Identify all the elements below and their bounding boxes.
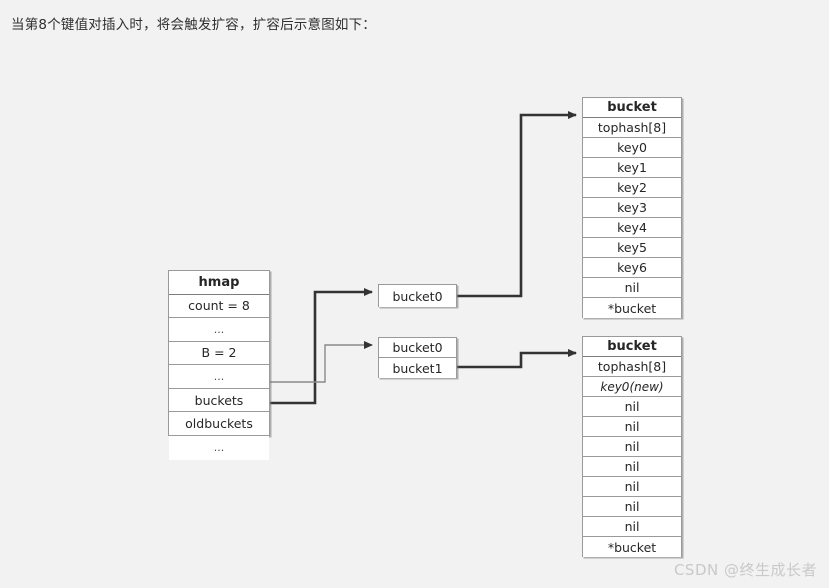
bucket-new-row-nil-4: nil [583, 457, 681, 477]
bucket-old-row-tophash: tophash[8] [583, 118, 681, 138]
bucket-old-row-key5: key5 [583, 238, 681, 258]
bucket-new-row-nil-3: nil [583, 437, 681, 457]
bucket-old-row-key1: key1 [583, 158, 681, 178]
oldbuckets-array: bucket0 [378, 284, 457, 307]
bucket-old-row-key0: key0 [583, 138, 681, 158]
bucket-new-row-nil-7: nil [583, 517, 681, 537]
oldbuckets-array-item-0: bucket0 [379, 285, 456, 307]
hmap-row-b: B = 2 [169, 341, 269, 366]
hmap-row-count: count = 8 [169, 294, 269, 319]
hmap-row-oldbuckets: oldbuckets [169, 412, 269, 436]
bucket-new-row-nil-1: nil [583, 397, 681, 417]
hmap-row-buckets: buckets [169, 388, 269, 413]
bucket-new-row-nil-6: nil [583, 497, 681, 517]
buckets-array: bucket0 bucket1 [378, 337, 457, 378]
bucket-new-row-tophash: tophash[8] [583, 357, 681, 377]
bucket-new-row-key0-new: key0(new) [583, 377, 681, 397]
bucket-old-struct: bucket tophash[8] key0 key1 key2 key3 ke… [582, 97, 682, 318]
buckets-array-item-0: bucket0 [379, 338, 456, 358]
wire-buckets-to-array [270, 341, 373, 383]
hmap-struct: hmap count = 8 ... B = 2 ... buckets old… [168, 270, 270, 460]
wire-array-to-bucket-old [457, 111, 577, 298]
wire-array-to-bucket-new [457, 349, 577, 369]
diagram-canvas: 当第8个键值对插入时，将会触发扩容，扩容后示意图如下： hmap count =… [0, 0, 829, 588]
hmap-row-ellipsis-3: ... [169, 435, 269, 460]
wire-oldbuckets-to-array [270, 288, 373, 405]
buckets-array-item-1: bucket1 [379, 358, 456, 378]
bucket-new-struct: bucket tophash[8] key0(new) nil nil nil … [582, 336, 682, 557]
hmap-row-ellipsis-2: ... [169, 365, 269, 389]
bucket-old-row-title: bucket [583, 98, 681, 118]
bucket-new-row-nil-5: nil [583, 477, 681, 497]
bucket-old-row-key6: key6 [583, 258, 681, 278]
bucket-old-row-nil: nil [583, 278, 681, 298]
bucket-old-row-key3: key3 [583, 198, 681, 218]
bucket-old-row-key2: key2 [583, 178, 681, 198]
hmap-row-title: hmap [169, 271, 269, 295]
hmap-row-ellipsis-1: ... [169, 318, 269, 342]
bucket-new-row-nil-2: nil [583, 417, 681, 437]
bucket-new-row-title: bucket [583, 337, 681, 357]
bucket-old-row-overflow: *bucket [583, 298, 681, 318]
bucket-old-row-key4: key4 [583, 218, 681, 238]
bucket-new-row-overflow: *bucket [583, 537, 681, 557]
